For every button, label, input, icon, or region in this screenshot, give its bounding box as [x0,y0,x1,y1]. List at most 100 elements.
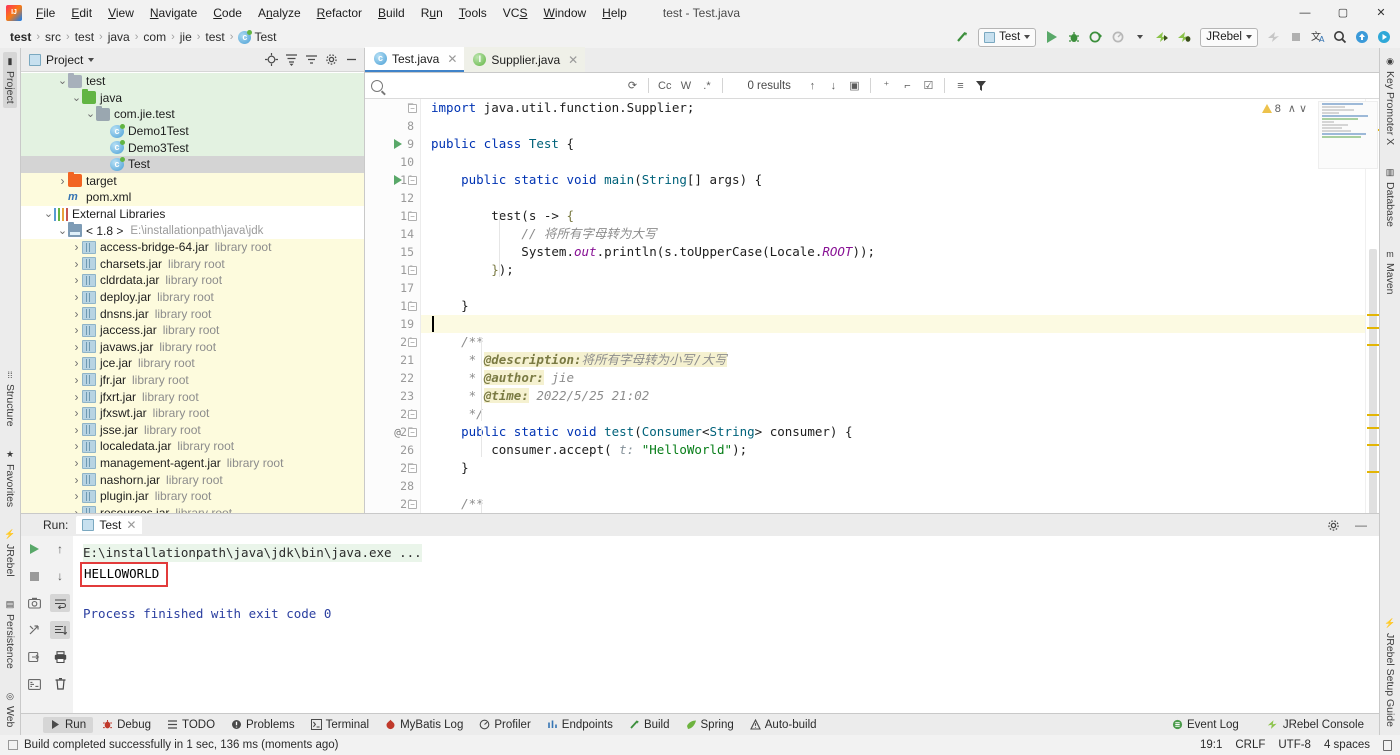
run-tab-test[interactable]: Test ✕ [76,516,143,534]
sidebar-item-favorites[interactable]: ★ Favorites [3,445,17,511]
lock-icon[interactable] [1383,739,1392,751]
breadcrumb-item-6[interactable]: test [205,30,224,44]
breadcrumb-item-3[interactable]: java [108,30,130,44]
tree-node-pom-xml[interactable]: · pom.xml [21,189,364,206]
project-tree[interactable]: ⌄ test ⌄ java ⌄ com.jie.test · Demo1Test · Demo3T… [21,72,364,513]
minimize-icon[interactable]: — [1351,516,1371,534]
code-line[interactable]: * @description:将所有字母转为小写/大写 [431,351,1365,369]
jrebel-run-button[interactable] [1152,28,1172,46]
console-button[interactable] [24,675,44,693]
fold-toggle-icon[interactable] [406,297,419,315]
tree-node-jaccess-jar[interactable]: › jaccess.jar library root [21,321,364,339]
stop-button[interactable] [1286,28,1306,46]
breadcrumb-item-2[interactable]: test [75,30,94,44]
console-output[interactable]: E:\installationpath\java\jdk\bin\java.ex… [73,536,1379,713]
tree-node-jfxswt-jar[interactable]: › jfxswt.jar library root [21,404,364,422]
settings-gear-icon[interactable] [323,51,340,68]
search-history-icon[interactable]: ⟳ [623,76,642,95]
next-occurrence-icon[interactable]: ↓ [824,76,843,95]
chevron-right-icon[interactable]: › [71,423,82,437]
scroll-down-button[interactable]: ↓ [50,567,70,585]
project-panel-title[interactable]: Project [29,53,95,67]
tool-window-tab-terminal[interactable]: Terminal [304,717,376,733]
run-button[interactable] [1042,28,1062,46]
tree-node-deploy-jar[interactable]: › deploy.jar library root [21,288,364,306]
tree-node-nashorn-jar[interactable]: › nashorn.jar library root [21,471,364,488]
translate-icon[interactable]: 文A [1308,28,1328,46]
sidebar-item-database[interactable]: ▥ Database [1383,163,1397,231]
tool-window-tab-auto-build[interactable]: Auto-build [743,717,824,733]
tool-window-bar[interactable]: Run Debug TODO Problems Terminal MyBatis Log P… [21,713,1379,735]
collapse-all-icon[interactable] [303,51,320,68]
tree-node-java[interactable]: ⌄ java [21,89,364,107]
chevron-down-icon[interactable]: ⌄ [71,92,82,103]
tool-window-tab-event-log[interactable]: Event Log [1165,717,1246,733]
tool-window-tab-jrebel-console[interactable]: JRebel Console [1260,717,1371,733]
previous-problem-icon[interactable]: ∧ [1288,102,1296,115]
next-problem-icon[interactable]: ∨ [1299,102,1307,115]
chevron-down-icon[interactable]: ⌄ [43,209,54,220]
warning-marker[interactable] [1367,427,1379,429]
code-line[interactable] [431,477,1365,495]
exclude-icon[interactable]: ⌐ [898,76,917,95]
menu-item-help[interactable]: Help [594,3,635,23]
profile-button[interactable] [1108,28,1128,46]
open-in-find-window-icon[interactable]: ▣ [845,76,864,95]
code-line[interactable]: System.out.println(s.toUpperCase(Locale.… [431,243,1365,261]
code-line[interactable] [431,153,1365,171]
tree-node-demo1test[interactable]: · Demo1Test [21,122,364,140]
sidebar-item-maven[interactable]: m Maven [1383,245,1397,299]
warning-marker[interactable] [1367,471,1379,473]
chevron-right-icon[interactable]: › [71,307,82,321]
close-button[interactable]: ✕ [1362,1,1400,25]
code-line[interactable]: public static void test(Consumer<String>… [431,423,1365,441]
previous-occurrence-icon[interactable]: ↑ [803,76,822,95]
fold-toggle-icon[interactable] [406,459,419,477]
updates-icon[interactable] [1352,28,1372,46]
run-gutter-icon[interactable] [391,135,404,153]
run-configuration-selector[interactable]: Test [978,27,1037,47]
chevron-right-icon[interactable]: › [71,257,82,271]
menu-item-run[interactable]: Run [413,3,451,23]
expand-all-icon[interactable] [283,51,300,68]
code-line[interactable]: */ [431,405,1365,423]
tool-window-tab-build[interactable]: Build [622,717,677,733]
print-button[interactable] [50,648,70,666]
caret-position[interactable]: 19:1 [1200,739,1222,751]
tool-window-tab-endpoints[interactable]: Endpoints [540,717,620,733]
chevron-right-icon[interactable]: › [71,240,82,254]
breadcrumb-item-4[interactable]: com [143,30,166,44]
minimize-button[interactable]: — [1286,1,1324,25]
chevron-right-icon[interactable]: › [71,273,82,287]
editor-tab-supplier-java[interactable]: Supplier.java ✕ [464,47,586,72]
locate-icon[interactable] [263,51,280,68]
warning-marker[interactable] [1367,414,1379,416]
code-minimap[interactable] [1318,101,1378,169]
sidebar-item-web[interactable]: ◎ Web [3,687,17,731]
editor-tab-test-java[interactable]: Test.java ✕ [365,47,465,72]
tree-node-plugin-jar[interactable]: › plugin.jar library root [21,487,364,505]
tree-node-cldrdata-jar[interactable]: › cldrdata.jar library root [21,272,364,289]
select-occurrences-icon[interactable]: ☑ [919,76,938,95]
tree-node-target[interactable]: › target [21,172,364,190]
filter-options-icon[interactable]: ≡ [951,76,970,95]
scroll-up-button[interactable]: ↑ [50,540,70,558]
warning-marker[interactable] [1367,444,1379,446]
chevron-right-icon[interactable]: › [71,356,82,370]
search-input-wrap[interactable] [371,76,621,96]
menu-item-vcs[interactable]: VCS [495,3,536,23]
jrebel-config-selector[interactable]: JRebel [1200,27,1258,47]
inspection-status[interactable]: 8 ∧ ∨ [1261,102,1307,115]
match-case-icon[interactable]: Cc [655,76,674,95]
chevron-right-icon[interactable]: › [71,439,82,453]
words-icon[interactable]: W [676,76,695,95]
tree-node-resources-jar[interactable]: › resources.jar library root [21,504,364,513]
debug-button[interactable] [1064,28,1084,46]
menu-item-build[interactable]: Build [370,3,413,23]
tree-node-external-libraries[interactable]: ⌄ External Libraries [21,206,364,223]
tree-node-charsets-jar[interactable]: › charsets.jar library root [21,255,364,273]
code-line[interactable]: import java.util.function.Supplier; [431,99,1365,117]
sidebar-item-key-promoter-x[interactable]: ◉ Key Promoter X [1383,52,1397,149]
tree-node-localedata-jar[interactable]: › localedata.jar library root [21,438,364,455]
hide-icon[interactable] [343,51,360,68]
